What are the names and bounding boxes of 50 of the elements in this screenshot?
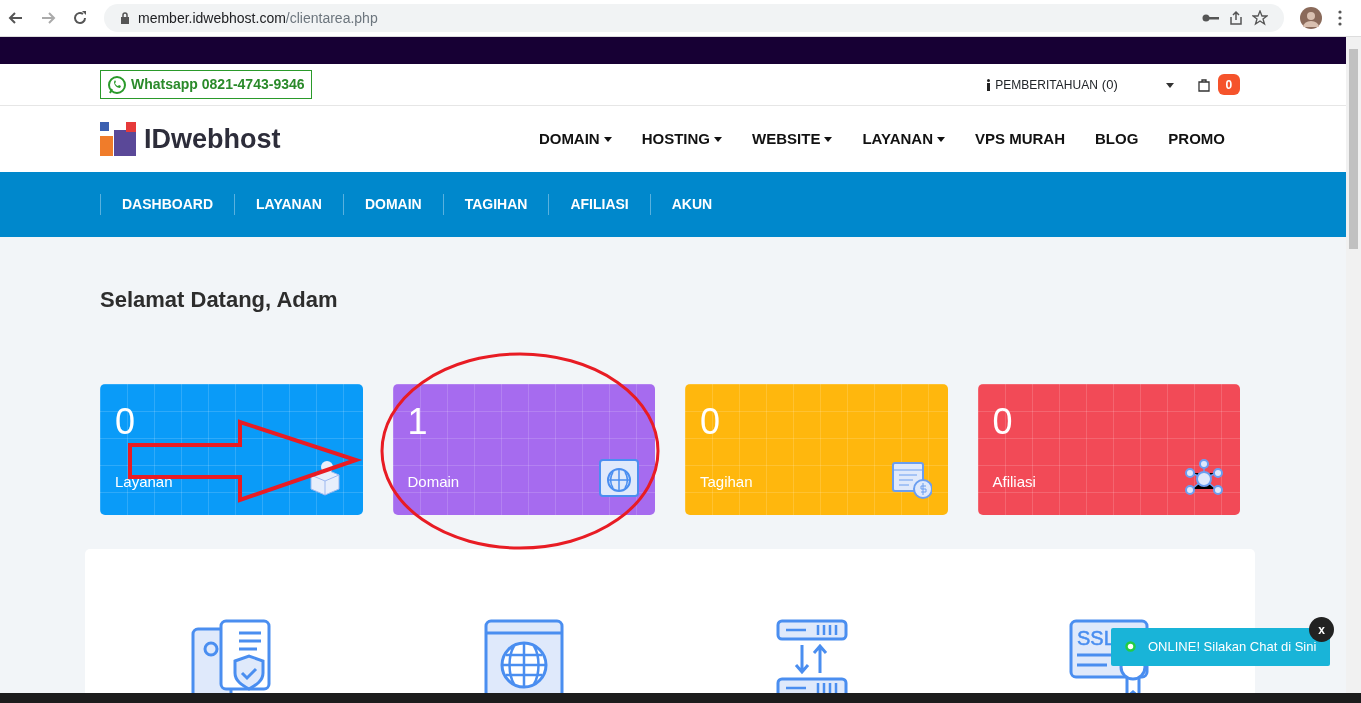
caret-icon bbox=[824, 136, 833, 142]
close-button[interactable]: x bbox=[1309, 617, 1334, 642]
caret-icon bbox=[603, 136, 612, 142]
nav-link[interactable]: BLOG bbox=[1080, 127, 1154, 151]
nav-dropdown[interactable]: DOMAIN bbox=[523, 127, 627, 151]
stat-card[interactable]: 0 Afiliasi bbox=[977, 384, 1240, 516]
subnav-link[interactable]: DOMAIN bbox=[342, 194, 443, 215]
nav-link[interactable]: VPS MURAH bbox=[959, 127, 1080, 151]
star-icon[interactable] bbox=[1252, 10, 1268, 26]
caret-icon bbox=[936, 136, 945, 142]
back-icon[interactable] bbox=[8, 10, 24, 26]
stat-card[interactable]: 1 Domain bbox=[392, 384, 655, 516]
subnav-link[interactable]: LAYANAN bbox=[234, 194, 343, 215]
scrollbar-thumb[interactable] bbox=[1349, 49, 1358, 249]
lock-icon bbox=[120, 12, 130, 24]
logo-text[interactable]: IDwebhost bbox=[144, 118, 281, 160]
nav-link[interactable]: PROMO bbox=[1153, 127, 1240, 151]
avatar-icon[interactable] bbox=[1300, 7, 1322, 29]
info-icon bbox=[986, 78, 992, 91]
reload-icon[interactable] bbox=[72, 10, 88, 26]
stat-label: Tagihan bbox=[699, 471, 753, 492]
cart-count: 0 bbox=[1217, 74, 1240, 95]
subnav-link[interactable]: AKUN bbox=[649, 194, 734, 215]
stat-count: 0 bbox=[114, 400, 137, 441]
share-icon[interactable] bbox=[1228, 10, 1244, 26]
nav-dropdown[interactable]: HOSTING bbox=[626, 127, 738, 151]
nav-dropdown[interactable]: WEBSITE bbox=[737, 127, 848, 151]
calendar-dollar-icon bbox=[891, 459, 932, 500]
whatsapp-icon bbox=[107, 74, 127, 95]
cart-icon[interactable] bbox=[1197, 77, 1210, 92]
caret-icon[interactable] bbox=[1165, 82, 1174, 88]
stat-count: 0 bbox=[699, 400, 722, 441]
stat-label: Afiliasi bbox=[991, 471, 1036, 492]
more-icon[interactable] bbox=[1338, 10, 1342, 26]
greeting: Selamat Datang, Adam bbox=[100, 287, 339, 314]
stat-count: 0 bbox=[991, 400, 1014, 441]
stat-count: 1 bbox=[406, 400, 429, 441]
notifications-link[interactable]: PEMBERITAHUAN (0) bbox=[986, 74, 1118, 95]
address-bar[interactable]: member.idwebhost.com/clientarea.php bbox=[104, 4, 1284, 32]
whatsapp-link[interactable]: Whatsapp 0821-4743-9346 bbox=[100, 70, 312, 99]
online-dot-icon bbox=[1125, 641, 1136, 653]
stat-label: Domain bbox=[406, 471, 460, 492]
logo-icon bbox=[100, 122, 136, 156]
nav-dropdown[interactable]: LAYANAN bbox=[847, 127, 960, 151]
subnav-link[interactable]: DASHBOARD bbox=[100, 194, 234, 215]
key-icon[interactable] bbox=[1202, 13, 1220, 23]
caret-icon bbox=[714, 136, 723, 142]
globe-icon bbox=[599, 459, 639, 500]
subnav-link[interactable]: TAGIHAN bbox=[442, 194, 549, 215]
subnav-link[interactable]: AFILIASI bbox=[548, 194, 650, 215]
